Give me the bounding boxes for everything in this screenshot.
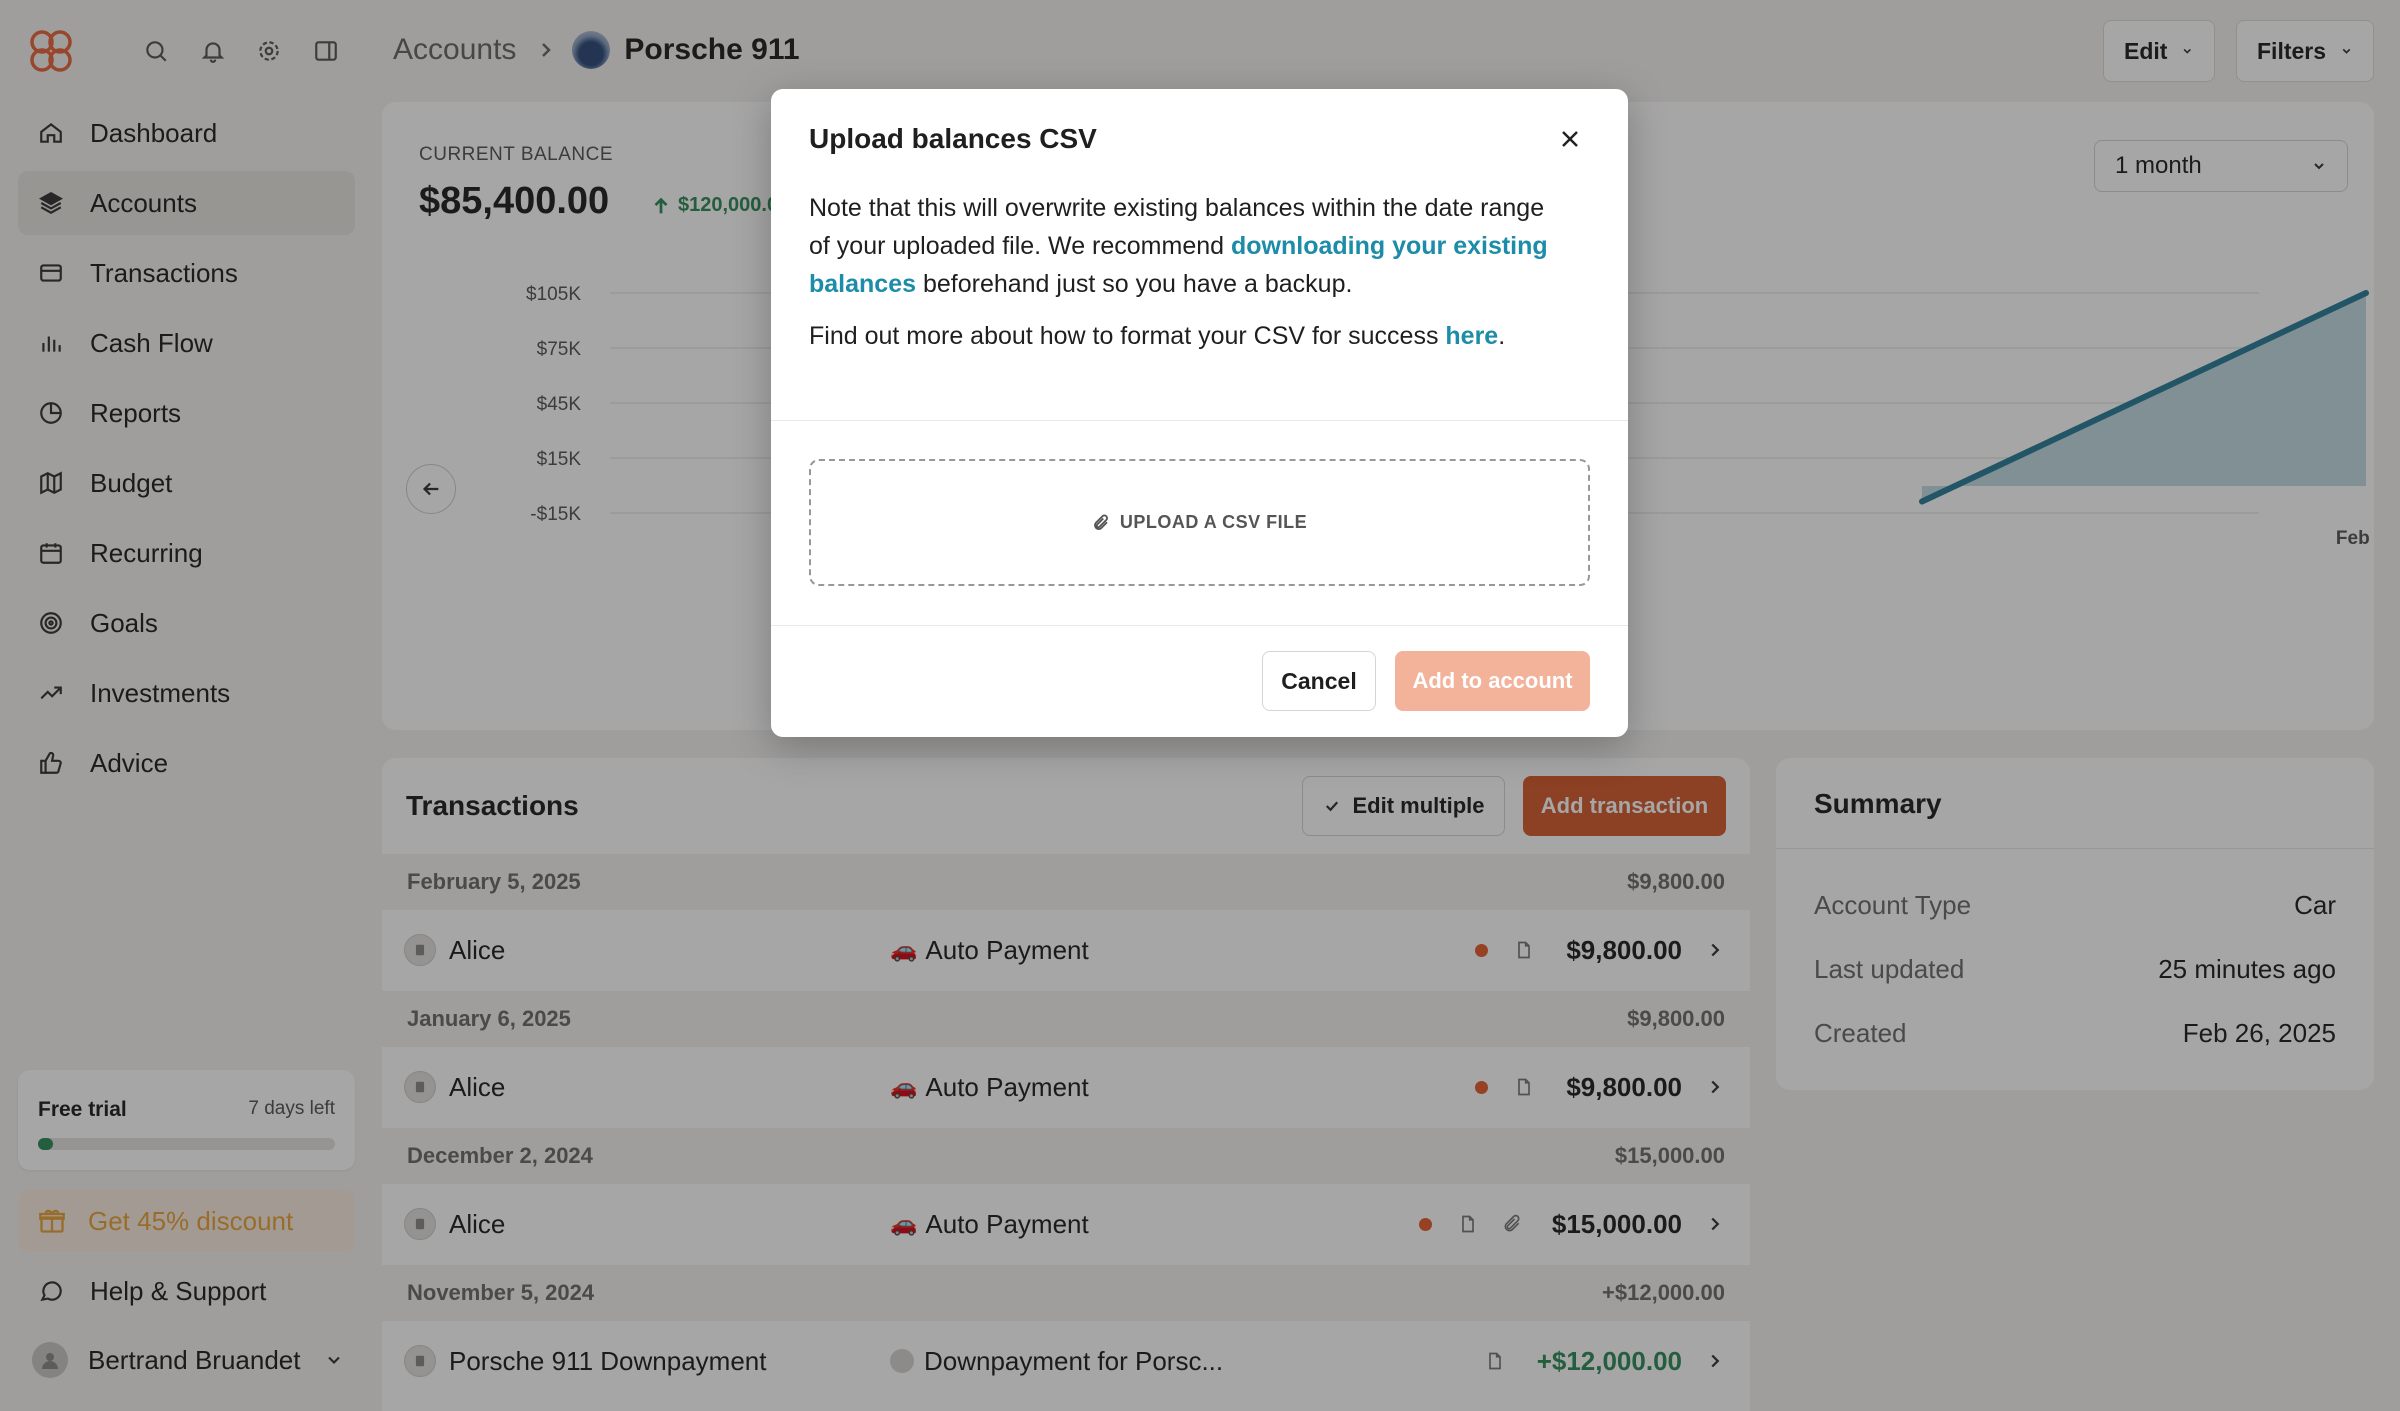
modal-text-part: Find out more about how to format your C… <box>809 322 1446 350</box>
upload-csv-dropzone[interactable]: UPLOAD A CSV FILE <box>809 459 1590 586</box>
modal-text-part: beforehand just so you have a backup. <box>916 270 1353 298</box>
modal-description: Note that this will overwrite existing b… <box>809 189 1569 303</box>
modal-divider <box>771 625 1628 626</box>
modal-divider <box>771 420 1628 421</box>
modal-text-part: . <box>1498 322 1506 350</box>
format-help-link[interactable]: here <box>1445 322 1498 350</box>
upload-csv-label: UPLOAD A CSV FILE <box>1119 512 1308 532</box>
modal-title: Upload balances CSV <box>809 123 1097 154</box>
cancel-button[interactable]: Cancel <box>1262 651 1376 711</box>
modal-format-hint: Find out more about how to format your C… <box>809 317 1589 355</box>
add-to-account-button[interactable]: Add to account <box>1395 651 1590 711</box>
paperclip-icon <box>1094 514 1108 530</box>
upload-balances-modal: Upload balances CSV Note that this will … <box>771 89 1628 737</box>
close-icon[interactable] <box>1554 123 1586 155</box>
